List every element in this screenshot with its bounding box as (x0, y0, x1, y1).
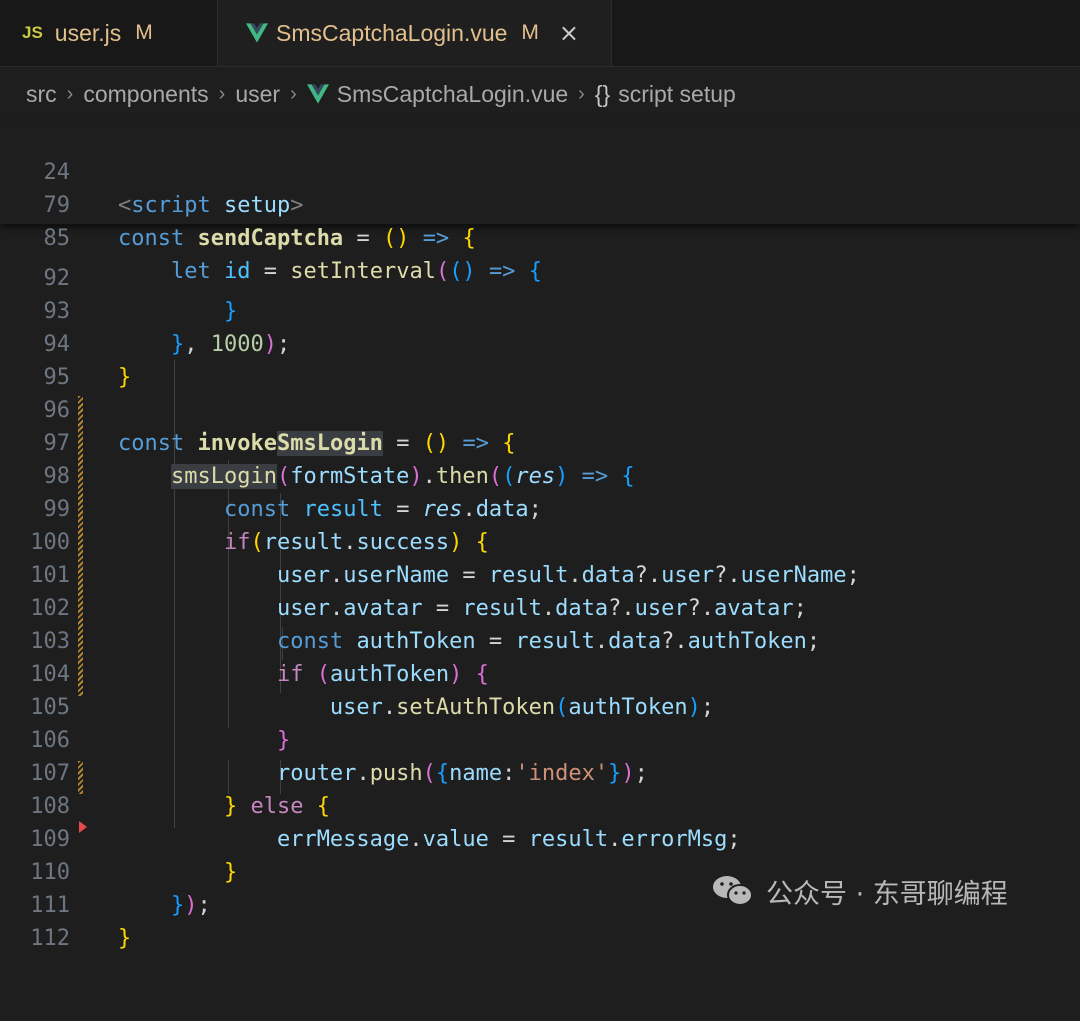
vue-icon (246, 23, 268, 43)
code-line[interactable]: 96 const invokeSmsLogin = () => { (0, 361, 1080, 456)
code-line[interactable]: 98 const result = res.data; (0, 427, 1080, 522)
code-line[interactable]: 97 smsLogin(formState).then((res) => { (0, 394, 1080, 489)
code-line[interactable]: 99 if(result.success) { (0, 460, 1080, 555)
code-line[interactable]: 102 const authToken = result.data?.authT… (0, 559, 1080, 654)
breadcrumb-item-file[interactable]: SmsCaptchaLogin.vue (337, 81, 568, 108)
tab-bar: JS user.js M SmsCaptchaLogin.vue M × (0, 0, 1080, 67)
code-line[interactable]: 110 }); (0, 823, 1080, 918)
breadcrumb-item-script-setup[interactable]: script setup (618, 81, 736, 108)
modified-badge: M (521, 21, 539, 44)
breadcrumb-item-src[interactable]: src (26, 81, 57, 108)
close-icon[interactable]: × (559, 19, 579, 47)
code-line[interactable]: 109 } (0, 790, 1080, 885)
watermark-text: 公众号 · 东哥聊编程 (766, 878, 1008, 910)
breadcrumb-item-components[interactable]: components (83, 81, 208, 108)
line-number: 112 (30, 926, 70, 951)
tab-label: user.js (54, 19, 122, 46)
code-line[interactable]: 105 } (0, 658, 1080, 753)
breadcrumb: src › components › user › SmsCaptchaLogi… (0, 67, 1080, 121)
code-line[interactable]: 106 router.push({name:'index'}); (0, 691, 1080, 786)
sticky-scroll-header: 24 <script setup> 79 const sendCaptcha =… (0, 122, 1080, 284)
code-line[interactable]: 107 } else { (0, 724, 1080, 819)
watermark: 公众号 · 东哥聊编程 (712, 866, 1062, 916)
code-line[interactable]: 79 const sendCaptcha = () => { (0, 156, 1080, 251)
code-line[interactable]: 103 if (authToken) { (0, 592, 1080, 687)
modified-badge: M (135, 21, 153, 44)
code-line[interactable]: 108 errMessage.value = result.errorMsg; (0, 757, 1080, 852)
code-line[interactable]: 95 (0, 328, 1080, 390)
tab-user-js[interactable]: JS user.js M (0, 0, 218, 66)
code-line[interactable]: 85 let id = setInterval(() => { (0, 189, 1080, 284)
breadcrumb-item-user[interactable]: user (235, 81, 280, 108)
code-line[interactable]: 104 user.setAuthToken(authToken); (0, 625, 1080, 720)
javascript-icon: JS (22, 23, 43, 42)
chevron-right-icon: › (66, 82, 74, 105)
vue-icon (306, 84, 329, 104)
code-line[interactable]: 94 } (0, 295, 1080, 390)
chevron-right-icon: › (578, 82, 585, 105)
code-line[interactable]: 101 user.avatar = result.data?.user?.ava… (0, 526, 1080, 621)
line-number: 85 (43, 226, 71, 251)
chevron-right-icon: › (290, 82, 297, 105)
wechat-icon (713, 876, 753, 906)
braces-icon: {} (594, 80, 611, 107)
code-line[interactable]: 24 <script setup> (0, 123, 1080, 218)
code-line[interactable]: 100 user.userName = result.data?.user?.u… (0, 493, 1080, 588)
tab-smscaptchalogin-vue[interactable]: SmsCaptchaLogin.vue M × (218, 0, 612, 66)
chevron-right-icon: › (218, 82, 226, 105)
tab-label: SmsCaptchaLogin.vue (276, 19, 508, 46)
